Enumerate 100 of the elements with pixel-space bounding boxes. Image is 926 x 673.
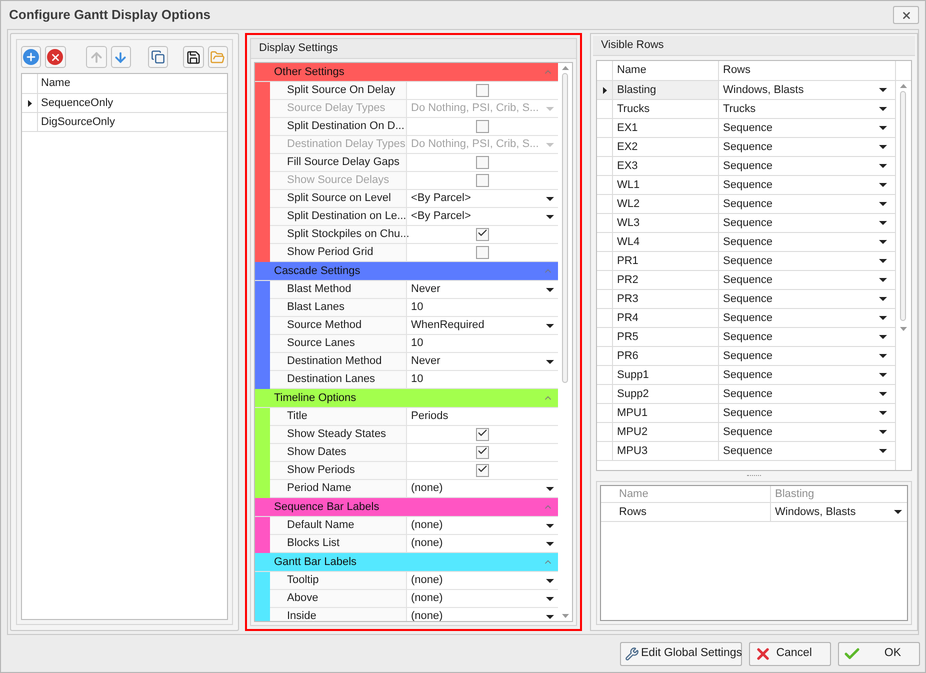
save-button[interactable] — [183, 46, 204, 68]
window-title: Configure Gantt Display Options — [9, 6, 211, 24]
property-name: Blast Lanes — [287, 300, 344, 316]
cancel-button[interactable]: Cancel — [749, 642, 831, 666]
property-name: Show Periods — [287, 463, 355, 478]
dropdown-arrow-icon[interactable] — [879, 202, 887, 206]
dropdown-arrow-icon[interactable] — [546, 596, 554, 600]
category-header[interactable]: Other Settings — [255, 63, 558, 82]
property-name: Show Period Grid — [287, 245, 374, 260]
property-name: Show Dates — [287, 445, 346, 460]
dropdown-arrow-icon[interactable] — [879, 297, 887, 301]
add-button[interactable] — [21, 46, 42, 68]
property-name: Show Steady States — [287, 427, 386, 442]
dropdown-arrow-icon[interactable] — [879, 107, 887, 111]
dropdown-arrow-icon[interactable] — [546, 214, 554, 218]
delete-icon — [47, 49, 64, 65]
dropdown-arrow-icon[interactable] — [879, 392, 887, 396]
scrollbar-thumb[interactable] — [562, 73, 568, 383]
dropdown-arrow-icon[interactable] — [879, 449, 887, 453]
dropdown-arrow-icon[interactable] — [879, 335, 887, 339]
category-title: Other Settings — [274, 64, 344, 80]
dropdown-arrow-icon[interactable] — [546, 196, 554, 200]
column-header: Blasting — [774, 486, 816, 502]
category-title: Sequence Bar Labels — [274, 500, 380, 515]
property-name: Fill Source Delay Gaps — [287, 155, 400, 170]
checkbox[interactable] — [476, 120, 489, 133]
column-header[interactable]: Name — [613, 61, 719, 80]
category-title: Gantt Bar Labels — [274, 554, 357, 570]
checkbox[interactable] — [476, 464, 489, 477]
column-header[interactable]: Rows — [719, 61, 895, 80]
dropdown-arrow-icon[interactable] — [879, 145, 887, 149]
dropdown-arrow-icon[interactable] — [879, 183, 887, 187]
dropdown-arrow-icon[interactable] — [879, 278, 887, 282]
property-name: Source Lanes — [287, 336, 355, 352]
close-button[interactable] — [893, 6, 919, 24]
category-title: Cascade Settings — [274, 264, 360, 279]
panel-title: Display Settings — [259, 41, 338, 56]
category-header[interactable]: Timeline Options — [255, 389, 558, 408]
dropdown-arrow-icon[interactable] — [546, 324, 554, 328]
plus-icon — [23, 49, 40, 65]
column-header: Name — [601, 486, 771, 502]
table-cell[interactable]: DigSourceOnly — [38, 113, 227, 131]
delete-button[interactable] — [45, 46, 66, 68]
wrench-icon — [625, 646, 639, 660]
property-name: Source Delay Types — [287, 101, 386, 116]
checkbox[interactable] — [476, 228, 489, 241]
scroll-down-icon[interactable] — [562, 614, 568, 618]
dropdown-arrow-icon[interactable] — [546, 524, 554, 528]
dropdown-arrow-icon[interactable] — [879, 259, 887, 263]
property-name: Tooltip — [287, 573, 319, 588]
table-cell[interactable]: SequenceOnly — [38, 94, 227, 112]
dropdown-arrow-icon[interactable] — [879, 373, 887, 377]
category-header[interactable]: Cascade Settings — [255, 262, 558, 281]
dropdown-arrow-icon[interactable] — [879, 221, 887, 225]
scroll-down-icon[interactable] — [900, 327, 906, 331]
dropdown-arrow-icon[interactable] — [546, 360, 554, 364]
dropdown-arrow-icon[interactable] — [879, 411, 887, 415]
dropdown-arrow-icon[interactable] — [879, 240, 887, 244]
dropdown-arrow-icon[interactable] — [879, 354, 887, 358]
checkbox[interactable] — [476, 84, 489, 97]
checkbox[interactable] — [476, 246, 489, 259]
property-name: Inside — [287, 609, 316, 621]
dropdown-arrow-icon[interactable] — [879, 430, 887, 434]
scroll-up-icon[interactable] — [900, 84, 906, 88]
scrollbar-thumb[interactable] — [900, 91, 906, 321]
property-name: Destination Delay Types — [287, 137, 406, 152]
property-name: Title — [287, 409, 308, 424]
dropdown-arrow-icon[interactable] — [546, 288, 554, 292]
dropdown-arrow-icon[interactable] — [879, 316, 887, 320]
row-indicator-icon — [602, 86, 606, 94]
checkbox[interactable] — [476, 156, 489, 169]
dropdown-field[interactable]: Windows, Blasts — [719, 81, 895, 99]
category-header[interactable]: Gantt Bar Labels — [255, 553, 558, 572]
dropdown-arrow-icon[interactable] — [546, 542, 554, 546]
move-down-button[interactable] — [110, 46, 131, 68]
column-header[interactable]: Name — [38, 74, 227, 93]
dropdown-arrow-icon[interactable] — [879, 126, 887, 130]
category-header[interactable]: Sequence Bar Labels — [255, 498, 558, 517]
checkbox[interactable] — [476, 446, 489, 459]
property-name: Show Source Delays — [287, 173, 390, 188]
category-strip — [255, 572, 270, 621]
scroll-up-icon[interactable] — [562, 66, 568, 70]
checkbox[interactable] — [476, 428, 489, 441]
property-name: Split Destination On D... — [287, 119, 404, 134]
dropdown-arrow-icon[interactable] — [879, 88, 887, 92]
category-title: Timeline Options — [274, 390, 356, 406]
dropdown-arrow-icon[interactable] — [546, 578, 554, 582]
dropdown-arrow-icon[interactable] — [546, 614, 554, 618]
property-name: Source Method — [287, 318, 362, 334]
arrow-down-icon — [113, 50, 128, 64]
edit-settings-button[interactable]: Edit Global Settings — [620, 642, 742, 666]
dropdown-arrow-icon[interactable] — [894, 510, 902, 514]
property-name: Split Destination on Le... — [287, 209, 406, 224]
dropdown-arrow-icon[interactable] — [879, 164, 887, 168]
property-name: Blocks List — [287, 536, 340, 552]
dropdown-field[interactable]: Windows, Blasts — [771, 503, 907, 521]
move-up-button[interactable] — [86, 46, 107, 68]
copy-button[interactable] — [148, 46, 168, 68]
dropdown-arrow-icon[interactable] — [546, 486, 554, 490]
ok-button[interactable]: OK — [838, 642, 920, 666]
